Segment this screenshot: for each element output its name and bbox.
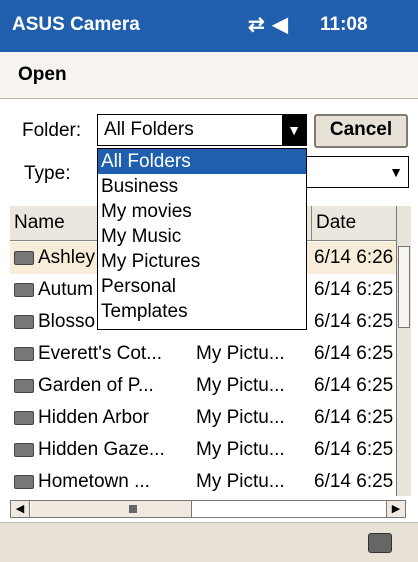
clock[interactable]: 11:08: [320, 14, 368, 36]
row-name: Hidden Gaze...: [38, 439, 165, 460]
folder-select[interactable]: All Folders ▼: [97, 114, 307, 146]
grip-icon: [129, 505, 137, 513]
row-folder-cell: My Pictu...: [196, 343, 285, 364]
table-row[interactable]: Hidden Gaze... My Pictu... 6/14 6:25: [10, 434, 406, 466]
table-row[interactable]: Everett's Cot... My Pictu... 6/14 6:25: [10, 338, 406, 370]
column-header-date[interactable]: Date: [312, 206, 406, 240]
row-name-cell: Hidden Gaze...: [14, 434, 188, 466]
row-date-cell: 6/14 6:25: [314, 471, 394, 492]
image-file-icon: [14, 250, 34, 265]
row-name: Blosso: [38, 311, 96, 332]
image-file-icon: [14, 378, 34, 393]
image-file-icon: [14, 474, 34, 489]
row-name: Ashley: [38, 247, 96, 268]
app-title: ASUS Camera: [12, 14, 140, 35]
row-name: Hometown ...: [38, 471, 150, 492]
image-file-icon: [14, 282, 34, 297]
image-file-icon: [14, 346, 34, 361]
title-bar: ASUS Camera ⇄ ◀ 11:08: [0, 0, 418, 52]
folder-dropdown-list[interactable]: All Folders Business My movies My Music …: [97, 148, 307, 330]
chevron-down-icon[interactable]: ▼: [384, 157, 408, 187]
row-folder-cell: My Pictu...: [196, 375, 285, 396]
row-folder-cell: My Pictu...: [196, 439, 285, 460]
row-date-cell: 6/14 6:25: [314, 279, 394, 300]
row-folder-cell: My Pictu...: [196, 407, 285, 428]
chevron-down-icon[interactable]: ▼: [282, 115, 306, 145]
table-row[interactable]: Garden of P... My Pictu... 6/14 6:25: [10, 370, 406, 402]
folder-select-value: All Folders: [104, 119, 194, 140]
row-name-cell: Hometown ...: [14, 466, 188, 496]
row-date-cell: 6/14 6:25: [314, 439, 394, 460]
dialog-title: Open: [18, 64, 67, 85]
cancel-button[interactable]: Cancel: [314, 114, 408, 148]
image-file-icon: [14, 314, 34, 329]
row-name-cell: Everett's Cot...: [14, 338, 188, 370]
row-date-cell: 6/14 6:25: [314, 343, 394, 364]
type-label: Type:: [24, 163, 71, 184]
row-date-cell: 6/14 6:25: [314, 375, 394, 396]
folder-option[interactable]: Personal: [98, 274, 306, 299]
row-date-cell: 6/14 6:26: [314, 247, 394, 268]
row-folder-cell: My Pictu...: [196, 471, 285, 492]
row-name: Everett's Cot...: [38, 343, 163, 364]
horizontal-scrollbar[interactable]: ◀ ▶: [10, 500, 406, 518]
row-name: Garden of P...: [38, 375, 154, 396]
vertical-scrollbar[interactable]: [396, 206, 411, 496]
folder-label: Folder:: [22, 120, 82, 141]
scroll-right-icon[interactable]: ▶: [386, 501, 405, 517]
connectivity-volume-icons[interactable]: ⇄ ◀: [248, 12, 289, 37]
folder-option[interactable]: My movies: [98, 199, 306, 224]
folder-option[interactable]: My Pictures: [98, 249, 306, 274]
folder-option[interactable]: All Folders: [98, 149, 306, 174]
row-date-cell: 6/14 6:25: [314, 407, 394, 428]
table-row[interactable]: Hidden Arbor My Pictu... 6/14 6:25: [10, 402, 406, 434]
row-name: Autum: [38, 279, 93, 300]
folder-option[interactable]: Templates: [98, 299, 306, 324]
keyboard-icon[interactable]: [368, 533, 392, 553]
vertical-scroll-thumb[interactable]: [398, 246, 410, 328]
command-bar: [0, 522, 418, 562]
row-date-cell: 6/14 6:25: [314, 311, 394, 332]
row-name-cell: Hidden Arbor: [14, 402, 188, 434]
image-file-icon: [14, 442, 34, 457]
scroll-left-icon[interactable]: ◀: [11, 501, 30, 517]
table-row[interactable]: Hometown ... My Pictu... 6/14 6:25: [10, 466, 406, 496]
horizontal-scroll-thumb[interactable]: [31, 501, 192, 517]
row-name-cell: Garden of P...: [14, 370, 188, 402]
folder-option[interactable]: My Music: [98, 224, 306, 249]
folder-option[interactable]: Business: [98, 174, 306, 199]
image-file-icon: [14, 410, 34, 425]
row-name: Hidden Arbor: [38, 407, 149, 428]
dialog-header: Open: [0, 52, 418, 99]
